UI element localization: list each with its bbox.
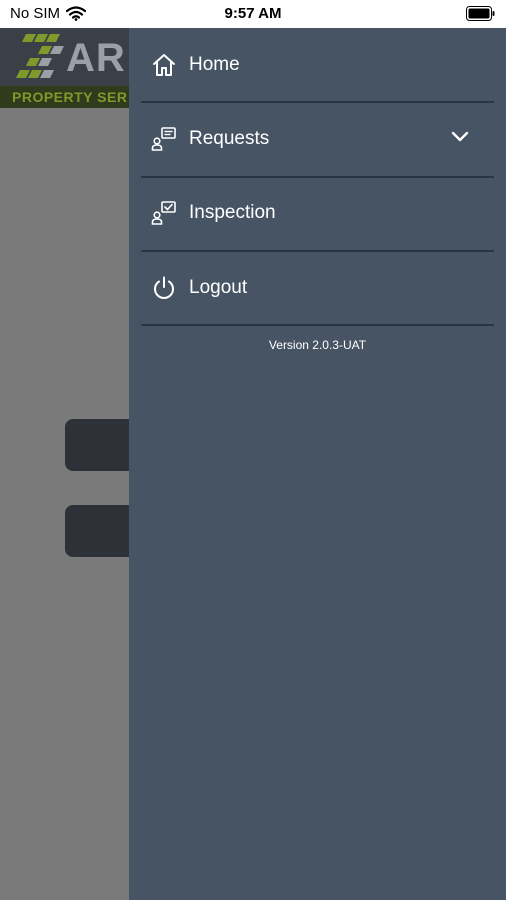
menu-item-requests-label: Requests xyxy=(189,128,270,149)
menu-item-logout[interactable]: Logout xyxy=(141,251,494,325)
requests-icon xyxy=(151,126,177,152)
inspection-icon xyxy=(151,200,177,226)
menu-item-inspection-label: Inspection xyxy=(189,202,276,223)
menu-item-home-label: Home xyxy=(189,54,240,75)
menu-divider xyxy=(141,324,494,326)
chevron-down-icon[interactable] xyxy=(450,127,470,147)
logo-tagline-strip: PROPERTY SER xyxy=(0,86,130,108)
app-version-label: Version 2.0.3-UAT xyxy=(268,338,367,352)
status-time: 9:57 AM xyxy=(224,5,282,22)
background-overlay[interactable] xyxy=(0,108,130,900)
power-icon xyxy=(151,275,177,301)
background-app-header: AR PROPERTY SER xyxy=(0,28,130,108)
battery-icon xyxy=(466,6,495,21)
home-icon xyxy=(151,52,177,78)
logo-mark-icon xyxy=(16,34,64,78)
menu-item-requests[interactable]: Requests xyxy=(141,102,494,176)
menu-item-logout-label: Logout xyxy=(189,277,248,298)
logo-tagline: PROPERTY SER xyxy=(12,89,128,105)
status-bar: No SIM 9:57 AM xyxy=(0,0,506,28)
logo-letters: AR xyxy=(66,36,126,80)
menu-item-home[interactable]: Home xyxy=(141,28,494,102)
menu-item-inspection[interactable]: Inspection xyxy=(141,176,494,250)
navigation-drawer: Home Requests Inspection Logout Version … xyxy=(129,28,506,900)
